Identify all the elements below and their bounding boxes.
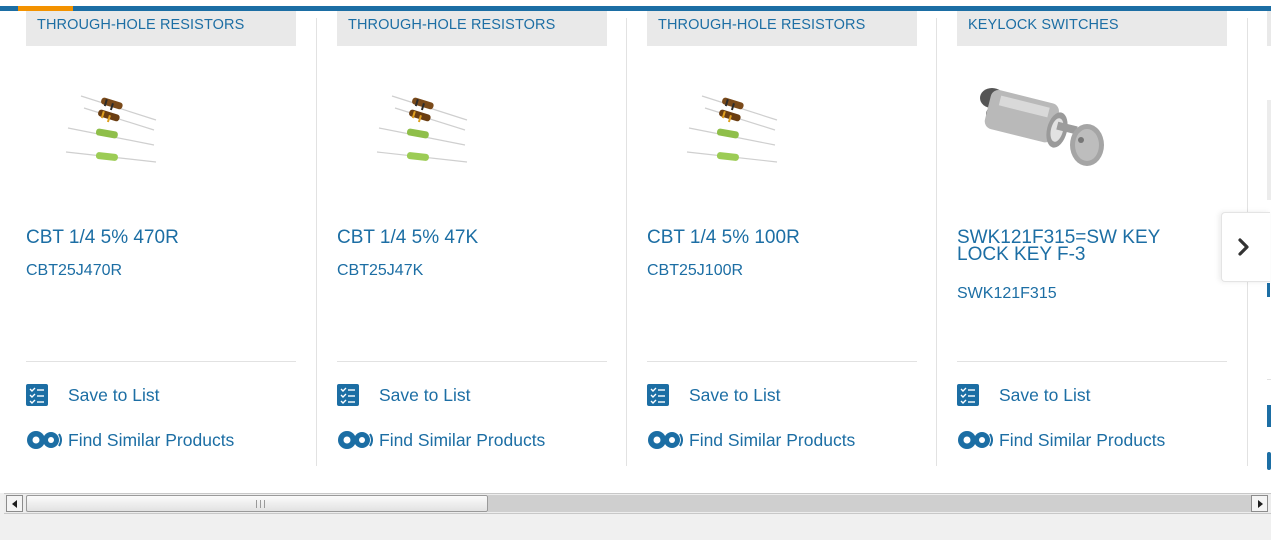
gears-icon — [957, 428, 995, 452]
next-card-category — [1267, 11, 1271, 46]
product-name-link[interactable]: CBT 1/4 5% 47K — [337, 228, 587, 247]
category-label[interactable]: THROUGH-HOLE RESISTORS — [337, 11, 607, 46]
save-to-list-label: Save to List — [68, 385, 160, 405]
part-number-link[interactable]: CBT25J47K — [337, 262, 423, 280]
checklist-icon — [647, 384, 669, 406]
part-number-link[interactable]: CBT25J100R — [647, 262, 743, 280]
next-card-image — [1267, 100, 1271, 200]
divider — [957, 361, 1227, 362]
category-label[interactable]: THROUGH-HOLE RESISTORS — [26, 11, 296, 46]
gears-icon — [337, 428, 375, 452]
checklist-icon — [957, 384, 979, 406]
find-similar-label: Find Similar Products — [379, 430, 546, 450]
find-similar-label: Find Similar Products — [68, 430, 235, 450]
gears-icon — [647, 428, 685, 452]
scrollbar-thumb[interactable] — [26, 495, 488, 512]
arrow-right-icon — [1258, 500, 1263, 508]
product-card: THROUGH-HOLE RESISTORS CBT 1/4 5% 470R C… — [26, 0, 296, 466]
part-number-link[interactable]: SWK121F315 — [957, 285, 1057, 303]
page-footer-area — [0, 514, 1271, 540]
save-to-list-label: Save to List — [999, 385, 1091, 405]
save-to-list-label: Save to List — [689, 385, 781, 405]
product-card: THROUGH-HOLE RESISTORS CBT 1/4 5% 100R C… — [647, 0, 917, 466]
checklist-icon — [26, 384, 48, 406]
divider — [26, 361, 296, 362]
part-number-link[interactable]: CBT25J470R — [26, 262, 122, 280]
next-card-link — [1267, 283, 1270, 297]
card-divider — [316, 18, 317, 466]
category-label[interactable]: THROUGH-HOLE RESISTORS — [647, 11, 917, 46]
scroll-right-button[interactable] — [1251, 495, 1268, 512]
find-similar-label: Find Similar Products — [999, 430, 1166, 450]
scrollbar-track[interactable] — [488, 495, 1251, 512]
keylock-switch-image — [980, 88, 1104, 166]
chevron-right-icon — [1238, 238, 1249, 256]
product-name-link[interactable]: CBT 1/4 5% 100R — [647, 228, 897, 247]
gears-icon — [26, 428, 64, 452]
scroll-left-button[interactable] — [6, 495, 23, 512]
category-label[interactable]: KEYLOCK SWITCHES — [957, 11, 1227, 46]
product-carousel: THROUGH-HOLE RESISTORS CBT 1/4 5% 470R C… — [0, 0, 1271, 493]
product-card: KEYLOCK SWITCHES SWK121F315=SW KEY LOCK … — [957, 0, 1227, 466]
divider — [647, 361, 917, 362]
product-image[interactable] — [647, 60, 917, 210]
resistors-image — [65, 95, 157, 163]
divider — [337, 361, 607, 362]
product-name-link[interactable]: SWK121F315=SW KEY LOCK KEY F-3 — [957, 228, 1207, 264]
divider — [1267, 379, 1271, 380]
next-card-gears-icon — [1267, 452, 1271, 470]
find-similar-label: Find Similar Products — [689, 430, 856, 450]
horizontal-scrollbar[interactable] — [4, 493, 1271, 514]
product-image[interactable] — [26, 60, 296, 210]
product-card: THROUGH-HOLE RESISTORS CBT 1/4 5% 47K CB… — [337, 0, 607, 466]
checklist-icon — [337, 384, 359, 406]
next-card-checklist-icon — [1267, 405, 1271, 427]
product-name-link[interactable]: CBT 1/4 5% 470R — [26, 228, 276, 247]
scrollbar-grip — [256, 500, 265, 508]
carousel-next-button[interactable] — [1221, 212, 1270, 282]
save-to-list-label: Save to List — [379, 385, 471, 405]
arrow-left-icon — [12, 500, 17, 508]
product-image[interactable] — [337, 60, 607, 210]
product-image[interactable] — [957, 60, 1227, 210]
card-divider — [626, 18, 627, 466]
resistors-image — [686, 95, 778, 163]
resistors-image — [376, 95, 468, 163]
card-divider — [936, 18, 937, 466]
